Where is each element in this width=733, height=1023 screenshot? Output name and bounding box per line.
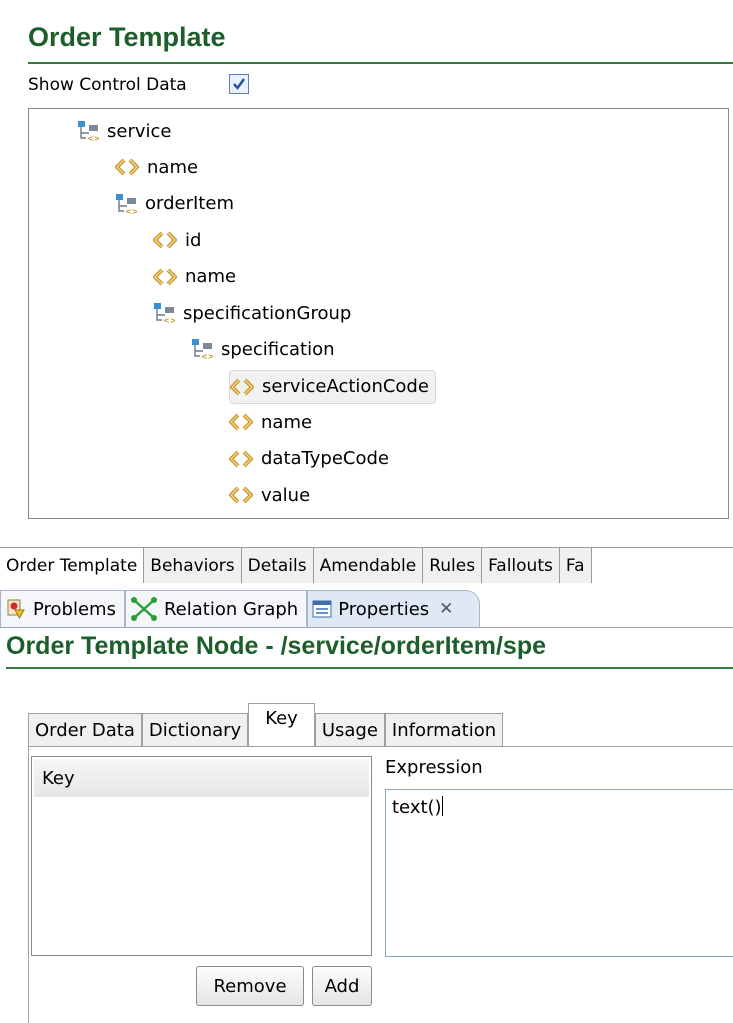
tree-node-name[interactable]: name [115,151,198,183]
remove-button-label: Remove [213,975,287,997]
remove-button[interactable]: Remove [196,966,304,1006]
show-control-data-checkbox[interactable] [229,74,249,94]
tree-node-orderitem[interactable]: <> orderItem [115,188,234,220]
svg-text:<>: <> [201,352,213,360]
add-button-label: Add [324,975,360,997]
order-template-tree[interactable]: <> service name <> orderItem id name <> specific… [28,108,729,519]
properties-tab-key[interactable]: Key [248,703,315,747]
element-node-icon [229,413,253,431]
editor-title: Order Template [28,22,226,52]
element-node-icon [153,231,177,249]
element-node-icon [230,378,254,396]
svg-text:<>: <> [125,207,137,215]
tab-problems[interactable]: Problems [0,590,125,627]
tree-node-label: serviceActionCode [262,376,429,398]
editor-tab-details[interactable]: Details [241,548,314,583]
tree-node-label: specification [221,338,335,360]
tab-properties-label: Properties [338,598,430,620]
problems-icon [5,598,27,620]
key-column-header-label: Key [42,767,75,789]
tab-relation-graph[interactable]: Relation Graph [124,590,308,627]
tree-node-serviceactioncode[interactable]: serviceActionCode [229,369,436,404]
tree-node-label: name [185,266,237,288]
editor-tab-fallouts[interactable]: Fallouts [482,548,560,583]
key-list[interactable]: Key [31,756,372,956]
editor-tab-amendable[interactable]: Amendable [313,548,424,583]
tree-node-label: name [261,411,313,433]
tree-node-service[interactable]: <> service [77,115,171,147]
tree-node-datatypecode[interactable]: dataTypeCode [229,443,389,475]
group-node-icon: <> [77,120,99,142]
tree-node-id[interactable]: id [153,224,201,256]
editor-tab-fa[interactable]: Fa [559,548,592,583]
text-cursor [441,796,443,816]
expression-value: text() [392,797,442,818]
properties-tab-usage[interactable]: Usage [314,713,385,747]
tree-node-specification[interactable]: <> specification [191,333,335,365]
svg-text:<>: <> [163,316,175,324]
expression-label: Expression [385,757,483,778]
editor-title-rule [28,62,733,64]
tree-node-label: dataTypeCode [261,448,389,470]
element-node-icon [229,450,253,468]
tree-node-name[interactable]: name [153,261,236,293]
add-button[interactable]: Add [312,966,372,1006]
properties-title-rule [6,667,733,669]
element-node-icon [229,486,253,504]
element-node-icon [153,268,177,286]
expression-editor[interactable]: text() [385,789,733,957]
editor-tab-order-template[interactable]: Order Template [0,548,145,583]
element-node-icon [115,158,139,176]
editor-tab-rules[interactable]: Rules [423,548,483,583]
tree-node-label: service [107,120,172,142]
tree-node-label: name [147,156,199,178]
properties-title: Order Template Node - /service/orderItem… [6,632,547,660]
show-control-data-label: Show Control Data [28,75,187,95]
tree-node-value[interactable]: value [229,479,310,511]
svg-text:<>: <> [87,134,99,142]
relation-graph-icon [130,596,158,622]
view-tab-bar: Problems Relation Graph Properties ✕ [0,588,733,628]
group-node-icon: <> [153,302,175,324]
tab-relation-graph-label: Relation Graph [163,598,299,620]
tree-node-specificationgroup[interactable]: <> specificationGroup [153,297,351,329]
properties-tab-order-data[interactable]: Order Data [28,713,142,747]
key-column-header[interactable]: Key [34,759,369,797]
close-icon[interactable]: ✕ [439,599,453,619]
tree-node-label: orderItem [145,193,234,215]
tab-problems-label: Problems [33,598,116,620]
tree-node-label: specificationGroup [183,302,352,324]
properties-tab-dictionary[interactable]: Dictionary [141,713,249,747]
group-node-icon: <> [115,193,137,215]
group-node-icon: <> [191,338,213,360]
tab-properties[interactable]: Properties ✕ [307,590,481,627]
editor-tab-behaviors[interactable]: Behaviors [144,548,242,583]
properties-tab-information[interactable]: Information [384,713,504,747]
editor-tab-bar: Order Template Behaviors Details Amendable R… [0,547,733,583]
tree-node-label: id [185,229,202,251]
tree-node-label: value [261,484,311,506]
tree-node-name[interactable]: name [229,406,312,438]
properties-tab-bar: Order Data Dictionary Key Usage Information [28,703,504,747]
properties-icon [312,600,332,618]
checkmark-icon [233,78,245,90]
